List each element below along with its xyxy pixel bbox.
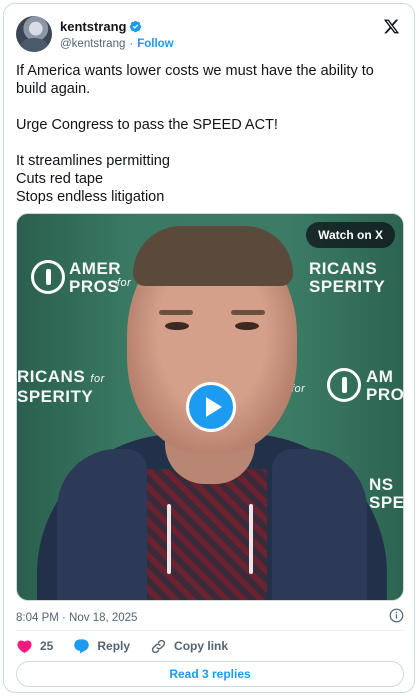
backdrop-logo-text: AMER PROS (69, 259, 122, 296)
hood-string-left (167, 504, 171, 574)
x-logo-icon[interactable] (383, 18, 400, 35)
backdrop-logo-text-mid-left: RICANS for SPERITY (17, 367, 105, 406)
backdrop-logo-text-bottom-right: NS SPE (369, 475, 404, 512)
copy-link-button[interactable]: Copy link (150, 638, 228, 655)
person-hair (133, 226, 293, 286)
link-icon (151, 639, 166, 653)
divider (16, 630, 404, 631)
eye-left (165, 322, 189, 330)
like-count: 25 (40, 639, 54, 653)
read-replies-button[interactable]: Read 3 replies (16, 661, 404, 687)
watch-on-x-button[interactable]: Watch on X (306, 222, 395, 248)
reply-button[interactable]: Reply (73, 638, 130, 655)
tweet-meta: 8:04 PM · Nov 18, 2025 (16, 608, 404, 624)
torch-logo-icon (327, 368, 361, 402)
eye-right (235, 322, 259, 330)
eyebrow-left (159, 310, 193, 315)
backdrop-logo-text-mid-right: AM PRO (366, 367, 404, 404)
hood-right (272, 449, 367, 600)
action-bar: 25 Reply Copy link (16, 636, 248, 656)
video-player[interactable]: AMER PROS for RICANS SPERITY RICANS for … (16, 213, 404, 601)
hood-string-right (249, 504, 253, 574)
torch-logo-icon (31, 260, 65, 294)
tweet-text: If America wants lower costs we must hav… (16, 63, 374, 205)
backdrop-logo-for: for (117, 277, 132, 289)
avatar[interactable] (16, 16, 52, 52)
info-icon[interactable] (389, 608, 404, 623)
user-info: kentstrang @kentstrang · Follow (60, 18, 174, 50)
play-icon[interactable] (186, 382, 236, 432)
eyebrow-right (231, 310, 265, 315)
reply-label: Reply (97, 639, 131, 653)
tweet-card[interactable]: kentstrang @kentstrang · Follow If Ameri… (3, 3, 415, 693)
separator-dot: · (129, 38, 134, 50)
follow-link[interactable]: Follow (137, 38, 173, 50)
heart-icon (17, 639, 32, 653)
copy-link-label: Copy link (174, 639, 229, 653)
hood-left (57, 449, 147, 600)
author-handle[interactable]: @kentstrang (60, 38, 125, 50)
reply-bubble-icon (74, 638, 90, 653)
author-name[interactable]: kentstrang (60, 19, 126, 34)
verified-badge-icon (130, 20, 142, 33)
timestamp[interactable]: 8:04 PM · Nov 18, 2025 (16, 612, 137, 624)
like-button[interactable]: 25 (16, 638, 53, 655)
tweet-header: kentstrang @kentstrang · Follow (16, 14, 402, 54)
backdrop-logo-text-right: RICANS SPERITY (309, 259, 386, 296)
